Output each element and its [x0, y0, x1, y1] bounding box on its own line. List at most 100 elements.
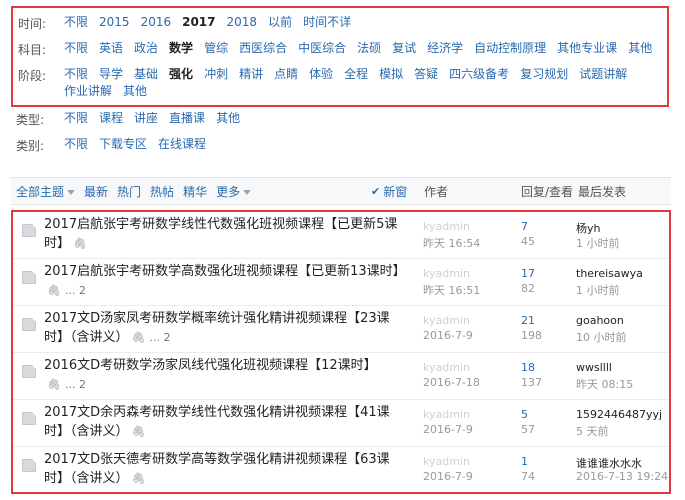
thread-title-link[interactable]: 2017文D余丙森考研数学线性代数强化精讲视频课程【41课时】（含讲义） 🖇 [44, 403, 406, 441]
thread-title: 2016文D考研数学汤家凤线代强化班视频课程【12课时】 [44, 358, 377, 373]
filter-option[interactable]: 其他 [216, 111, 240, 128]
last-post-user[interactable]: 杨yh [576, 220, 600, 236]
thread-author[interactable]: kyadmin [423, 314, 470, 327]
thread-title-link[interactable]: 2017文D张天德考研数学高等数学强化精讲视频课程【63课时】（含讲义） 🖇 [44, 450, 406, 488]
thread-replies[interactable]: 18 [521, 361, 535, 374]
filter-option[interactable]: 基础 [134, 67, 158, 82]
thread-pages-link[interactable]: ... 2 [149, 331, 170, 344]
filter-option[interactable]: 时间不详 [303, 15, 351, 30]
filter-option[interactable]: 全程 [344, 67, 368, 82]
filter-option[interactable]: 2015 [99, 15, 130, 30]
last-post-user[interactable]: 1592446487yyj [576, 408, 662, 421]
last-post-time[interactable]: 10 小时前 [576, 329, 627, 345]
thread-replies[interactable]: 17 [521, 267, 535, 280]
filter-option[interactable]: 不限 [64, 137, 88, 154]
filter-option[interactable]: 精讲 [239, 67, 263, 82]
filter-option[interactable]: 在线课程 [158, 137, 206, 154]
filter-option[interactable]: 复习规划 [520, 67, 568, 82]
thread-pages-link[interactable]: ... 2 [65, 378, 86, 391]
last-post-time[interactable]: 2016-7-13 19:24 [576, 470, 668, 483]
thread-author[interactable]: kyadmin [423, 267, 470, 280]
new-window-checkbox[interactable]: ✔ 新窗 [371, 183, 407, 200]
filter-option[interactable]: 经济学 [427, 41, 463, 56]
filter-option[interactable]: 西医综合 [239, 41, 287, 56]
thread-title-link[interactable]: 2017启航张宇考研数学线性代数强化班视频课程【已更新5课时】 🖇 [44, 215, 406, 253]
filter-category: 类别: 不限 下载专区 在线课程 [16, 137, 206, 154]
thread-replies[interactable]: 5 [521, 408, 528, 421]
filter-option[interactable]: 冲刺 [204, 67, 228, 82]
sort-hot-posts-link[interactable]: 热帖 [150, 183, 174, 200]
filter-option[interactable]: 讲座 [134, 111, 158, 128]
last-post-time[interactable]: 1 小时前 [576, 235, 620, 251]
filter-label: 类型: [16, 113, 45, 127]
thread-title-link[interactable]: 2017启航张宇考研数学高数强化班视频课程【已更新13课时】 🖇 ... 2 [44, 262, 406, 300]
filter-option[interactable]: 不限 [64, 41, 88, 56]
thread-author[interactable]: kyadmin [423, 408, 470, 421]
all-topics-dropdown[interactable]: 全部主题 [16, 183, 76, 200]
thread-title-link[interactable]: 2017文D汤家凤考研数学概率统计强化精讲视频课程【23课时】（含讲义） 🖇...… [44, 309, 406, 347]
thread-title: 2017启航张宇考研数学高数强化班视频课程【已更新13课时】 [44, 264, 406, 279]
thread-views: 45 [521, 235, 535, 248]
filter-option[interactable]: 答疑 [414, 67, 438, 82]
filter-option[interactable]: 2017 [182, 15, 215, 30]
filter-option[interactable]: 不限 [64, 111, 88, 128]
filter-option[interactable]: 复试 [392, 41, 416, 56]
document-icon [22, 365, 36, 378]
thread-replies[interactable]: 21 [521, 314, 535, 327]
thread-title-link[interactable]: 2016文D考研数学汤家凤线代强化班视频课程【12课时】 🖇 ... 2 [44, 356, 406, 394]
thread-author[interactable]: kyadmin [423, 361, 470, 374]
thread-replies[interactable]: 7 [521, 220, 528, 233]
filter-option[interactable]: 政治 [134, 41, 158, 56]
filter-option[interactable]: 其他 [123, 84, 147, 99]
last-post-time[interactable]: 昨天 08:15 [576, 376, 633, 392]
sort-digest-link[interactable]: 精华 [183, 183, 207, 200]
filter-option[interactable]: 四六级备考 [449, 67, 509, 82]
column-replies-views: 回复/查看 [521, 184, 574, 199]
paperclip-icon: 🖇 [131, 425, 146, 438]
filter-option[interactable]: 其他 [628, 41, 652, 56]
last-post-user[interactable]: 谁谁谁水水水 [576, 455, 642, 471]
filter-option[interactable]: 2016 [141, 15, 172, 30]
filter-option[interactable]: 自动控制原理 [474, 41, 546, 56]
last-post-user[interactable]: thereisawya [576, 267, 643, 280]
thread-author[interactable]: kyadmin [423, 220, 470, 233]
filter-option[interactable]: 2018 [227, 15, 258, 30]
filter-type: 类型: 不限 课程 讲座 直播课 其他 [16, 111, 240, 128]
last-post-time[interactable]: 1 小时前 [576, 282, 620, 298]
filter-option[interactable]: 点睛 [274, 67, 298, 82]
filter-option[interactable]: 英语 [99, 41, 123, 56]
filter-option[interactable]: 其他专业课 [557, 41, 617, 56]
filter-option[interactable]: 不限 [64, 15, 88, 30]
filter-option[interactable]: 中医综合 [298, 41, 346, 56]
filter-option[interactable]: 模拟 [379, 67, 403, 82]
last-post-time[interactable]: 5 天前 [576, 423, 609, 439]
filter-option[interactable]: 不限 [64, 67, 88, 82]
filter-option[interactable]: 强化 [169, 67, 193, 82]
all-topics-label: 全部主题 [16, 184, 65, 199]
sort-hot-link[interactable]: 热门 [117, 183, 141, 200]
last-post-user[interactable]: wwsllll [576, 361, 612, 374]
filter-option[interactable]: 数学 [169, 41, 193, 56]
filter-option[interactable]: 管综 [204, 41, 228, 56]
filter-option[interactable]: 作业讲解 [64, 84, 112, 99]
filter-option[interactable]: 试题讲解 [579, 67, 627, 82]
thread-author[interactable]: kyadmin [423, 455, 470, 468]
more-dropdown[interactable]: 更多 [216, 183, 252, 200]
document-icon [22, 271, 36, 284]
filter-subject: 科目: 不限 英语 政治 数学 管综 西医综合 中医综合 法硕 复试 经济学 自动控制原理 其他专业课… [18, 41, 663, 58]
sort-latest-link[interactable]: 最新 [84, 183, 108, 200]
filter-label: 时间: [18, 17, 47, 31]
filter-option[interactable]: 直播课 [169, 111, 205, 128]
thread-date: 2016-7-9 [423, 329, 473, 342]
filter-option[interactable]: 以前 [268, 15, 292, 30]
filter-option[interactable]: 课程 [99, 111, 123, 128]
filter-option[interactable]: 导学 [99, 67, 123, 82]
last-post-user[interactable]: goahoon [576, 314, 624, 327]
filter-option[interactable]: 下载专区 [99, 137, 147, 154]
thread-views: 74 [521, 470, 535, 483]
filter-option[interactable]: 体验 [309, 67, 333, 82]
thread-replies[interactable]: 1 [521, 455, 528, 468]
more-label: 更多 [216, 184, 241, 199]
thread-pages-link[interactable]: ... 2 [65, 284, 86, 297]
filter-option[interactable]: 法硕 [357, 41, 381, 56]
